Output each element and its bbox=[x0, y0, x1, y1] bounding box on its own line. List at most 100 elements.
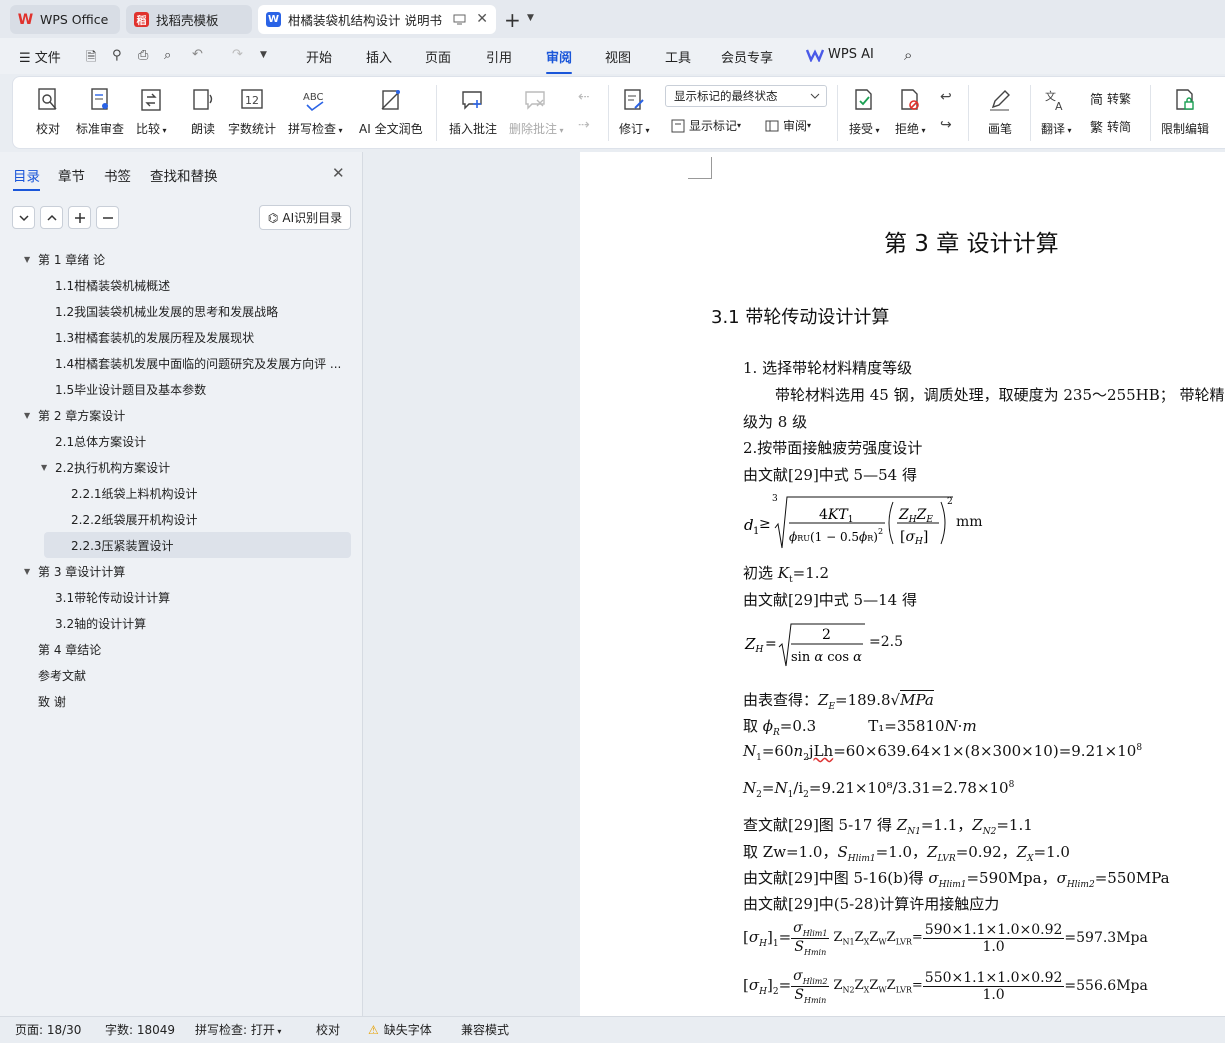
tab-document[interactable]: W 柑橘装袋机结构设计 说明书 ✕ bbox=[258, 5, 496, 34]
tab-wps-office[interactable]: W WPS Office bbox=[10, 5, 120, 34]
toc-item[interactable]: 2.2.1纸袋上料机构设计 bbox=[0, 480, 363, 506]
file-label: 文件 bbox=[34, 51, 61, 66]
ai-toc-button[interactable]: ⌬ AI识别目录 bbox=[259, 205, 351, 230]
ai-polish-button[interactable]: AI 全文润色 bbox=[359, 85, 423, 137]
missing-font-indicator[interactable]: ⚠ 缺失字体 bbox=[368, 1021, 432, 1038]
svg-text:12: 12 bbox=[245, 94, 259, 107]
toc-item[interactable]: 第 4 章结论 bbox=[0, 636, 363, 662]
close-pane-icon[interactable]: ✕ bbox=[332, 164, 345, 182]
delete-comment-button[interactable]: 删除批注 ▾ bbox=[509, 85, 564, 137]
print-preview-icon[interactable]: ⌕ bbox=[164, 48, 171, 63]
next-change-icon[interactable]: ↪ bbox=[940, 117, 952, 133]
expand-triangle-icon[interactable]: ▼ bbox=[41, 463, 47, 472]
close-tab-icon[interactable]: ✕ bbox=[476, 11, 488, 27]
ribbon-separator bbox=[1150, 85, 1151, 141]
toc-item[interactable]: 1.2我国装袋机械业发展的思考和发展战略 bbox=[0, 298, 363, 324]
standard-review-button[interactable]: 标准审查 bbox=[76, 85, 124, 137]
toc-item[interactable]: 参考文献 bbox=[0, 662, 363, 688]
menu-member[interactable]: 会员专享 bbox=[721, 47, 773, 66]
redo-icon[interactable]: ↷ bbox=[232, 47, 243, 62]
previous-change-icon[interactable]: ↩ bbox=[940, 89, 952, 105]
add-heading-button[interactable] bbox=[68, 206, 91, 229]
restrict-edit-button[interactable]: 限制编辑 bbox=[1161, 85, 1209, 137]
toc-item[interactable]: ▼ 第 3 章设计计算 bbox=[0, 558, 363, 584]
menu-review[interactable]: 审阅 bbox=[546, 47, 573, 74]
word-count-button[interactable]: 12 字数统计 bbox=[228, 85, 276, 137]
toc-item[interactable]: 2.2.2纸袋展开机构设计 bbox=[0, 506, 363, 532]
toc-item[interactable]: 3.2轴的设计计算 bbox=[0, 610, 363, 636]
file-menu[interactable]: ☰ 文件 bbox=[19, 47, 61, 66]
share-icon[interactable]: ⚲ bbox=[112, 48, 122, 63]
chevron-down-icon[interactable]: ▼ bbox=[527, 13, 534, 23]
menu-page[interactable]: 页面 bbox=[425, 47, 451, 66]
track-changes-button[interactable]: 修订 ▾ bbox=[619, 85, 650, 137]
toc-item[interactable]: ▼ 第 1 章绪 论 bbox=[0, 246, 363, 272]
wps-ai-label: WPS AI bbox=[828, 47, 874, 62]
insert-comment-button[interactable]: 插入批注 bbox=[449, 85, 497, 137]
collapse-up-button[interactable] bbox=[40, 206, 63, 229]
nav-tab-bookmark[interactable]: 书签 bbox=[104, 165, 131, 185]
page-indicator[interactable]: 页面: 18/30 bbox=[15, 1021, 81, 1038]
menu-insert[interactable]: 插入 bbox=[366, 47, 392, 66]
review-pane-button[interactable]: 审阅 ▾ bbox=[765, 117, 811, 134]
proof-button[interactable]: 校对 bbox=[33, 85, 63, 137]
prev-comment-icon[interactable]: ⇠ bbox=[578, 89, 590, 105]
more-chevron-icon[interactable]: ▼ bbox=[260, 50, 267, 60]
accept-button[interactable]: 接受 ▾ bbox=[849, 85, 880, 137]
expand-triangle-icon[interactable]: ▼ bbox=[24, 411, 30, 420]
menu-home[interactable]: 开始 bbox=[306, 47, 332, 66]
to-simplified-button[interactable]: 繁转简 bbox=[1090, 117, 1131, 136]
read-aloud-button[interactable]: 朗读 bbox=[188, 85, 218, 137]
expand-down-button[interactable] bbox=[12, 206, 35, 229]
compare-button[interactable]: 比较 ▾ bbox=[136, 85, 167, 137]
compare-label: 比较 ▾ bbox=[136, 122, 167, 136]
reject-button[interactable]: 拒绝 ▾ bbox=[895, 85, 926, 137]
toc-item[interactable]: 2.2.3压紧装置设计 bbox=[44, 532, 351, 558]
menu-reference[interactable]: 引用 bbox=[486, 47, 512, 66]
reject-label: 拒绝 ▾ bbox=[895, 122, 926, 136]
toc-item[interactable]: 1.4柑橘套装机发展中面临的问题研究及发展方向评 ... bbox=[0, 350, 363, 376]
print-icon[interactable]: ⎙ bbox=[138, 48, 148, 63]
toc-item[interactable]: 1.3柑橘套装机的发展历程及发展现状 bbox=[0, 324, 363, 350]
toc-item[interactable]: 1.1柑橘装袋机械概述 bbox=[0, 272, 363, 298]
insert-comment-label: 插入批注 bbox=[449, 122, 498, 136]
svg-text:2: 2 bbox=[947, 497, 953, 507]
next-comment-icon[interactable]: ⇢ bbox=[578, 117, 590, 133]
proof-label: 校对 bbox=[35, 122, 60, 136]
page-corner-mark bbox=[688, 157, 712, 179]
show-markup-button[interactable]: 显示标记 ▾ bbox=[671, 117, 741, 134]
toc-item-label: 1.1柑橘装袋机械概述 bbox=[55, 278, 171, 293]
svg-text:ABC: ABC bbox=[303, 92, 324, 103]
toc-item[interactable]: 1.5毕业设计题目及基本参数 bbox=[0, 376, 363, 402]
pen-button[interactable]: 画笔 bbox=[985, 85, 1015, 137]
spell-check-indicator[interactable]: 拼写检查: 打开 ▾ bbox=[195, 1021, 281, 1038]
nav-tab-chapter[interactable]: 章节 bbox=[58, 165, 85, 185]
menu-view[interactable]: 视图 bbox=[605, 47, 631, 66]
expand-triangle-icon[interactable]: ▼ bbox=[24, 567, 30, 576]
toc-item[interactable]: 3.1带轮传动设计计算 bbox=[0, 584, 363, 610]
proof-indicator[interactable]: 校对 bbox=[316, 1021, 340, 1038]
toc-item[interactable]: ▼ 第 2 章方案设计 bbox=[0, 402, 363, 428]
markup-mode-select[interactable]: 显示标记的最终状态 bbox=[665, 85, 827, 107]
to-traditional-button[interactable]: 简转繁 bbox=[1090, 89, 1131, 108]
save-icon[interactable]: 🗎 bbox=[86, 48, 96, 70]
nav-tab-toc[interactable]: 目录 bbox=[13, 165, 40, 191]
toc-item[interactable]: 致 谢 bbox=[0, 688, 363, 714]
undo-icon[interactable]: ↶ bbox=[192, 47, 203, 62]
menu-wps-ai[interactable]: WPS AI bbox=[806, 47, 874, 62]
toc-item[interactable]: ▼ 2.2执行机构方案设计 bbox=[0, 454, 363, 480]
spell-check-button[interactable]: ABC 拼写检查 ▾ bbox=[288, 85, 343, 137]
new-tab-icon[interactable]: + bbox=[504, 8, 521, 32]
expand-triangle-icon[interactable]: ▼ bbox=[24, 255, 30, 264]
toc-item[interactable]: 2.1总体方案设计 bbox=[0, 428, 363, 454]
nav-tab-find-replace[interactable]: 查找和替换 bbox=[150, 165, 218, 185]
search-icon[interactable]: ⌕ bbox=[904, 46, 912, 64]
menu-tools[interactable]: 工具 bbox=[665, 47, 691, 66]
paragraph: N1=60n2jLh=60×639.64×1×(8×300×10)=9.21×1… bbox=[743, 742, 1143, 763]
paragraph: 初选 Kt=1.2 bbox=[743, 564, 830, 585]
tab-template[interactable]: 稻 找稻壳模板 bbox=[126, 5, 252, 34]
word-count-indicator[interactable]: 字数: 18049 bbox=[105, 1021, 175, 1038]
remove-heading-button[interactable] bbox=[96, 206, 119, 229]
formula-result: =597.3Mpa bbox=[1064, 930, 1148, 946]
translate-button[interactable]: 文A 翻译 ▾ bbox=[1041, 85, 1072, 137]
